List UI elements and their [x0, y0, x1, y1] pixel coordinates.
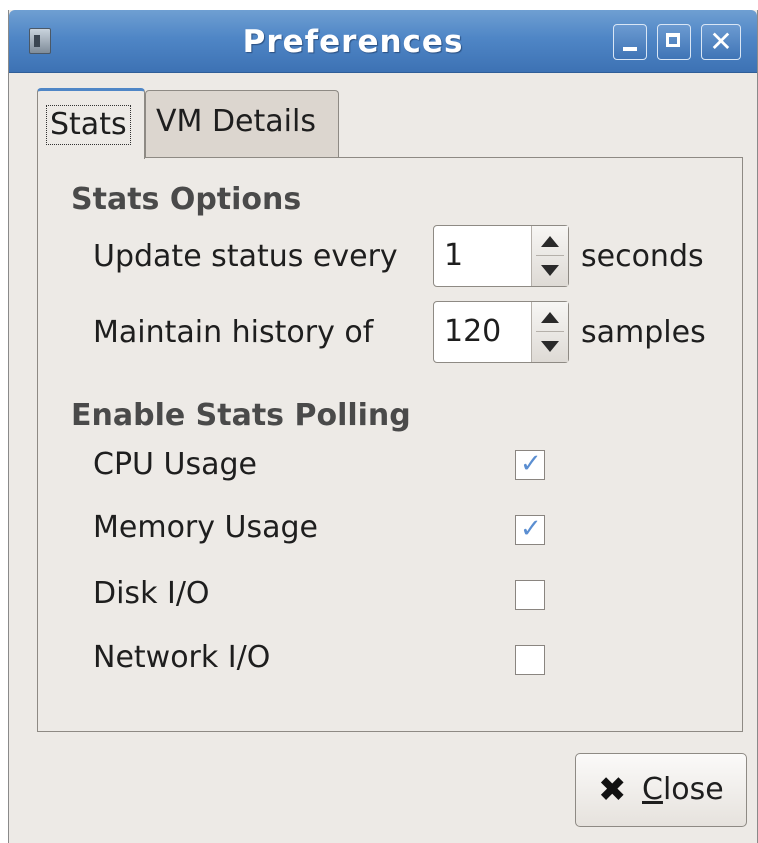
- update-interval-spinner[interactable]: 1: [433, 225, 569, 287]
- close-mnemonic: C: [642, 772, 663, 807]
- network-io-checkbox[interactable]: [515, 645, 545, 675]
- memory-usage-label: Memory Usage: [93, 510, 319, 545]
- history-unit-label: samples: [581, 315, 706, 350]
- history-label: Maintain history of: [93, 315, 374, 350]
- spin-down-icon[interactable]: [541, 265, 559, 276]
- close-icon: ✕: [709, 25, 733, 58]
- update-status-label: Update status every: [93, 239, 398, 274]
- enable-polling-heading: Enable Stats Polling: [71, 398, 411, 433]
- checkmark-icon: ✓: [520, 449, 542, 479]
- cpu-usage-label: CPU Usage: [93, 447, 258, 482]
- tab-stats-label: Stats: [46, 105, 131, 145]
- disk-io-label: Disk I/O: [93, 576, 210, 611]
- spin-down-icon[interactable]: [541, 341, 559, 352]
- memory-usage-checkbox[interactable]: ✓: [515, 514, 545, 545]
- preferences-window: Preferences ✕ Stats VM Details Stats Opt…: [8, 10, 758, 843]
- close-button-label: Close: [642, 772, 724, 807]
- history-samples-value[interactable]: 120: [444, 314, 501, 349]
- spin-divider: [536, 331, 564, 332]
- close-label-rest: lose: [662, 772, 724, 807]
- spin-up-icon[interactable]: [541, 236, 559, 247]
- history-samples-arrows[interactable]: [531, 302, 568, 362]
- tab-vm-details-label: VM Details: [156, 104, 316, 139]
- maximize-button[interactable]: [657, 24, 691, 60]
- network-io-label: Network I/O: [93, 640, 271, 675]
- spin-up-icon[interactable]: [541, 312, 559, 323]
- history-samples-spinner[interactable]: 120: [433, 301, 569, 363]
- cpu-usage-checkbox[interactable]: ✓: [515, 449, 545, 480]
- stats-options-heading: Stats Options: [71, 182, 302, 217]
- disk-io-checkbox[interactable]: [515, 580, 545, 610]
- title-bar[interactable]: Preferences ✕: [9, 10, 757, 73]
- tab-stats[interactable]: Stats: [37, 88, 145, 159]
- update-interval-arrows[interactable]: [531, 226, 568, 286]
- close-button[interactable]: ✖ Close: [575, 753, 747, 827]
- close-window-button[interactable]: ✕: [701, 24, 741, 60]
- spin-divider: [536, 255, 564, 256]
- minimize-button[interactable]: [613, 24, 647, 60]
- update-unit-label: seconds: [581, 239, 704, 274]
- close-icon: ✖: [598, 770, 627, 810]
- update-interval-value[interactable]: 1: [444, 238, 463, 273]
- checkmark-icon: ✓: [520, 514, 542, 544]
- tab-vm-details[interactable]: VM Details: [145, 90, 339, 157]
